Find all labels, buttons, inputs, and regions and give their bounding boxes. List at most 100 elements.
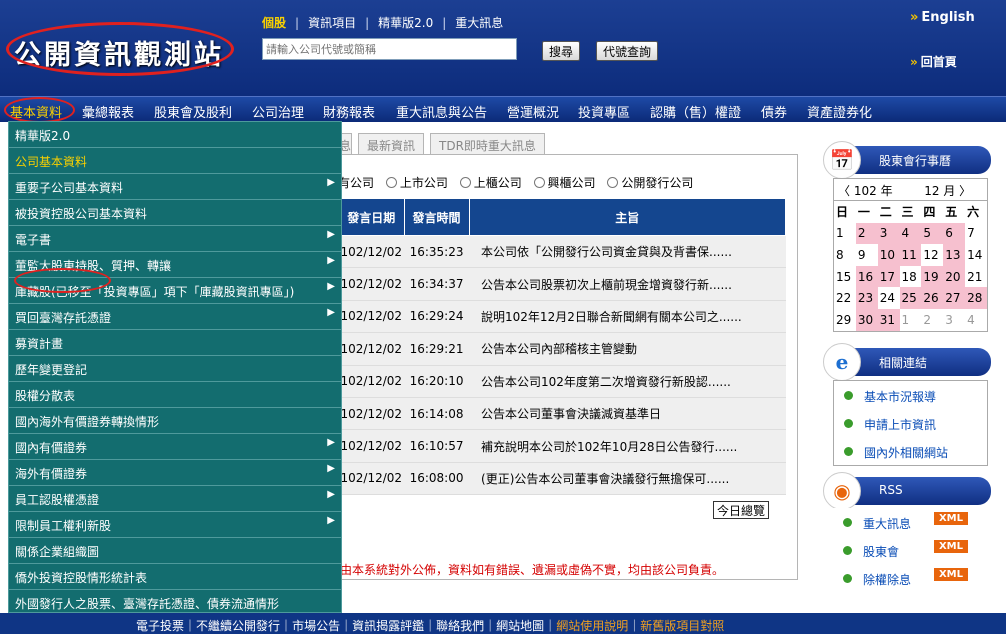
- dropdown-item[interactable]: 精華版2.0: [9, 122, 341, 148]
- menu-investment[interactable]: 投資專區: [578, 102, 630, 121]
- row-subject[interactable]: 本公司依「公開發行公司資金貸與及背書保......: [469, 235, 786, 269]
- row-subject[interactable]: 公告本公司內部稽核主管變動: [469, 332, 786, 366]
- table-row[interactable]: 102/12/02 16:08:00 (更正)公告本公司董事會決議發行無擔保可...…: [338, 462, 786, 496]
- calendar-day[interactable]: 23: [855, 287, 878, 309]
- link-major-news[interactable]: 重大訊息: [455, 14, 503, 31]
- rss-major-news[interactable]: 重大訊息 XML: [833, 508, 988, 536]
- table-row[interactable]: 102/12/02 16:34:37 公告本公司股票初次上櫃前現金增資發行新....…: [338, 267, 786, 301]
- dropdown-item[interactable]: 海外有價證券 ▶: [9, 460, 341, 486]
- calendar-day[interactable]: 8: [834, 244, 856, 266]
- calendar-day[interactable]: 31: [877, 308, 900, 331]
- menu-operations[interactable]: 營運概況: [507, 102, 559, 121]
- table-row[interactable]: 102/12/02 16:20:10 公告本公司102年度第二次增資發行新股認...…: [338, 365, 786, 398]
- home-link[interactable]: » 回首頁: [910, 53, 957, 70]
- calendar-day[interactable]: 25: [899, 287, 922, 309]
- calendar-day[interactable]: 26: [921, 287, 944, 309]
- dropdown-item[interactable]: 僑外投資控股情形統計表: [9, 564, 341, 590]
- calendar-day[interactable]: 21: [965, 266, 987, 288]
- calendar-day[interactable]: 10: [877, 244, 900, 266]
- dropdown-item-company-basic[interactable]: 公司基本資料: [9, 148, 341, 174]
- calendar-day[interactable]: 2: [855, 222, 878, 245]
- row-subject[interactable]: 說明102年12月2日聯合新聞網有關本公司之......: [469, 300, 786, 334]
- dropdown-item[interactable]: 關係企業組織圖: [9, 538, 341, 564]
- footer-link[interactable]: 電子投票: [136, 617, 184, 634]
- dropdown-item[interactable]: 被投資控股公司基本資料: [9, 200, 341, 226]
- footer-link[interactable]: 市場公告: [292, 617, 340, 634]
- radio-listed[interactable]: 上市公司: [385, 176, 448, 190]
- calendar-day[interactable]: 30: [855, 308, 878, 331]
- dropdown-item[interactable]: 歷年變更登記: [9, 356, 341, 382]
- calendar-day[interactable]: 19: [921, 265, 944, 288]
- menu-shareholders-dividends[interactable]: 股東會及股利: [154, 102, 232, 121]
- calendar-day[interactable]: 12: [921, 244, 943, 266]
- dropdown-item[interactable]: 募資計畫: [9, 330, 341, 356]
- xml-badge[interactable]: XML: [933, 512, 968, 525]
- calendar-day[interactable]: 4: [899, 222, 922, 245]
- footer-link[interactable]: 網站地圖: [496, 617, 544, 634]
- calendar-day[interactable]: 1: [834, 223, 856, 245]
- table-row[interactable]: 102/12/02 16:29:24 說明102年12月2日聯合新聞網有關本公司之.…: [338, 300, 786, 334]
- xml-badge[interactable]: XML: [933, 568, 968, 581]
- link-stock[interactable]: 個股: [262, 14, 286, 31]
- link-info-items[interactable]: 資訊項目: [308, 14, 356, 31]
- table-row[interactable]: 102/12/02 16:29:21 公告本公司內部稽核主管變動: [338, 332, 786, 366]
- dropdown-item[interactable]: 電子書 ▶: [9, 226, 341, 252]
- calendar-day[interactable]: 14: [965, 244, 987, 266]
- prev-month-icon[interactable]: 〈: [838, 184, 850, 198]
- menu-financial-reports[interactable]: 財務報表: [323, 102, 375, 121]
- next-month-icon[interactable]: 〉: [959, 184, 971, 198]
- calendar-day[interactable]: 3: [877, 222, 900, 245]
- tab-tdr[interactable]: TDR即時重大訊息: [430, 133, 545, 155]
- calendar-day[interactable]: 13: [943, 244, 966, 266]
- radio-all-label[interactable]: 有公司: [338, 176, 374, 190]
- link-listing-info[interactable]: 申請上市資訊: [834, 409, 987, 437]
- dropdown-item[interactable]: 買回臺灣存託憑證 ▶: [9, 304, 341, 330]
- english-link[interactable]: » English: [910, 10, 975, 25]
- tab-latest[interactable]: 最新資訊: [358, 133, 425, 155]
- radio-public[interactable]: 公開發行公司: [607, 176, 693, 190]
- rss-shareholders-meeting[interactable]: 股東會 XML: [833, 536, 988, 564]
- link-external-sites[interactable]: 國內外相關網站: [834, 437, 987, 465]
- menu-major-news[interactable]: 重大訊息與公告: [396, 102, 487, 121]
- calendar-day[interactable]: 16: [855, 265, 878, 288]
- calendar-day[interactable]: 28: [965, 287, 987, 309]
- dropdown-item[interactable]: 重要子公司基本資料 ▶: [9, 174, 341, 200]
- dropdown-item[interactable]: 股權分散表: [9, 382, 341, 408]
- calendar-day[interactable]: 4: [965, 309, 987, 331]
- dropdown-item[interactable]: 國內海外有價證券轉換情形: [9, 408, 341, 434]
- footer-link[interactable]: 資訊揭露評鑑: [352, 617, 424, 634]
- rss-ex-dividend[interactable]: 除權除息 XML: [833, 564, 988, 592]
- menu-corporate-governance[interactable]: 公司治理: [252, 102, 304, 121]
- calendar-day[interactable]: 20: [943, 265, 966, 288]
- menu-securitization[interactable]: 資產證券化: [807, 102, 872, 121]
- footer-link[interactable]: 新舊版項目對照: [640, 617, 724, 634]
- calendar-day[interactable]: 6: [943, 222, 966, 245]
- today-overview-button[interactable]: 今日總覽: [713, 501, 770, 519]
- row-subject[interactable]: 公告本公司102年度第二次增資發行新股認......: [469, 365, 786, 398]
- calendar-day[interactable]: 3: [943, 309, 965, 331]
- calendar-day[interactable]: 17: [877, 265, 900, 288]
- dropdown-item[interactable]: 員工認股權憑證 ▶: [9, 486, 341, 512]
- menu-bonds[interactable]: 債券: [761, 102, 787, 121]
- code-lookup-button[interactable]: 代號查詢: [596, 41, 659, 61]
- calendar-day[interactable]: 27: [943, 287, 966, 309]
- radio-emerging[interactable]: 興櫃公司: [533, 176, 596, 190]
- radio-otc[interactable]: 上櫃公司: [459, 176, 522, 190]
- link-essential[interactable]: 精華版2.0: [378, 14, 433, 31]
- search-input[interactable]: [262, 38, 517, 60]
- menu-warrants[interactable]: 認購（售）權證: [650, 102, 741, 121]
- row-subject[interactable]: 補充說明本公司於102年10月28日公告發行......: [469, 429, 786, 463]
- menu-summary-reports[interactable]: 彙總報表: [82, 102, 134, 121]
- table-row[interactable]: 102/12/02 16:35:23 本公司依「公開發行公司資金貸與及背書保....…: [338, 235, 786, 269]
- footer-link[interactable]: 聯絡我們: [436, 617, 484, 634]
- row-subject[interactable]: 公告本公司股票初次上櫃前現金增資發行新......: [469, 267, 786, 301]
- calendar-day[interactable]: 22: [834, 287, 856, 309]
- calendar-day[interactable]: 7: [965, 223, 987, 245]
- calendar-day[interactable]: 11: [899, 244, 922, 266]
- calendar-day[interactable]: 9: [856, 244, 878, 266]
- row-subject[interactable]: 公告本公司董事會決議減資基準日: [469, 397, 786, 431]
- footer-link[interactable]: 不繼續公開發行: [196, 617, 280, 634]
- calendar-day[interactable]: 24: [878, 287, 900, 309]
- dropdown-item[interactable]: 國內有價證券 ▶: [9, 434, 341, 460]
- row-subject[interactable]: (更正)公告本公司董事會決議發行無擔保可......: [469, 462, 786, 496]
